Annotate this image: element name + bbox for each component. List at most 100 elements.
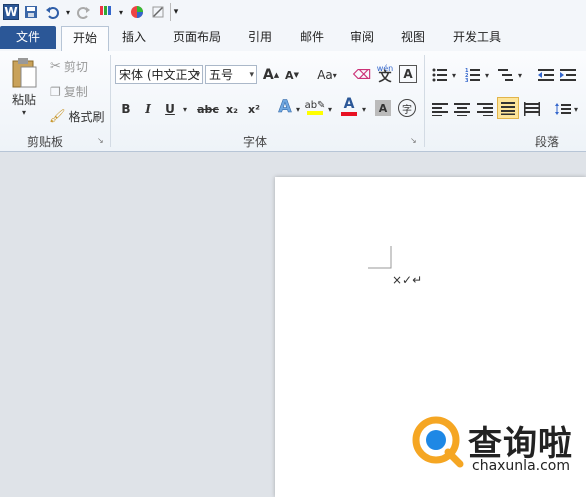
chevron-down-icon[interactable]: ▾ [482,65,492,85]
document-text[interactable]: ×✓↵ [392,273,422,287]
superscript-button[interactable]: x² [244,99,264,119]
subscript-button[interactable]: x₂ [222,99,242,119]
dialog-launcher-icon[interactable]: ↘ [97,136,104,145]
underline-button[interactable]: U [160,99,180,119]
tab-mailings[interactable]: 邮件 [292,26,332,49]
decrease-indent-icon [538,69,554,81]
chevron-down-icon[interactable]: ▾ [325,99,335,119]
multilevel-list-icon [498,69,513,81]
justify-icon [501,101,515,115]
font-name-select[interactable]: 宋体 (中文正文 ▾ [115,65,203,84]
encircle-characters-button[interactable]: 字 [398,99,416,117]
strikethrough-button[interactable]: abc [196,99,220,119]
align-left-button[interactable] [430,99,450,119]
undo-icon[interactable] [43,3,61,21]
clipboard-group-label: 剪贴板 [26,135,63,149]
highlight-color-swatch [307,110,323,115]
tab-page-layout[interactable]: 页面布局 [164,26,230,49]
dialog-launcher-icon[interactable]: ↘ [410,136,417,145]
chevron-down-icon: ▾ [195,70,200,80]
font-color-button[interactable]: A [339,96,359,116]
font-color-swatch [341,112,357,116]
chevron-down-icon[interactable]: ▾ [449,65,459,85]
numbering-button[interactable]: 123 [463,65,483,85]
align-left-icon [432,103,448,116]
phonetic-guide-button[interactable]: wén 文 [375,63,395,84]
text-boundary-corner-mark [368,246,392,269]
format-painter-icon[interactable] [96,3,114,21]
group-divider [110,55,111,147]
bold-button[interactable]: B [116,99,136,119]
color-wheel-icon[interactable] [128,3,146,21]
paste-button[interactable]: 粘贴 ▾ [8,57,40,117]
paragraph-group-label: 段落 [534,135,559,149]
decrease-indent-button[interactable] [536,65,556,85]
chevron-down-icon[interactable]: ▾ [293,99,303,119]
numbering-icon: 123 [465,68,480,82]
cut-label: 剪切 [63,60,88,74]
align-center-icon [454,103,470,116]
multilevel-list-button[interactable] [496,65,516,85]
font-size-select[interactable]: 五号 ▾ [205,65,257,84]
quick-access-toolbar: W ▾ ▾ ▾ [0,0,586,24]
increase-indent-button[interactable] [558,65,578,85]
chevron-down-icon[interactable]: ▾ [571,99,581,119]
bullets-button[interactable] [430,65,450,85]
line-spacing-icon [555,103,571,115]
dropdown-arrow-icon[interactable]: ▾ [64,3,72,21]
magnifier-logo-icon [412,416,464,468]
highlight-button[interactable]: ab✎ [305,97,325,117]
align-center-button[interactable] [452,99,472,119]
increase-indent-icon [560,69,576,81]
font-group-label: 字体 [242,135,267,149]
group-divider [424,55,425,147]
format-painter-button[interactable]: 🖌 格式刷 [49,108,105,125]
word-logo[interactable]: W [3,4,19,20]
font-name-value: 宋体 (中文正文 [119,68,200,82]
tab-references[interactable]: 引用 [240,26,280,49]
draw-table-icon[interactable] [149,3,167,21]
grow-font-button[interactable]: A ▲ [261,65,281,85]
chevron-down-icon[interactable]: ▾ [180,99,190,119]
tab-review[interactable]: 审阅 [342,26,382,49]
italic-button[interactable]: I [138,99,158,119]
chevron-down-icon: ▾ [249,70,254,80]
text-effects-button[interactable]: A [275,97,295,118]
tab-insert[interactable]: 插入 [112,26,156,49]
chevron-down-icon: ▾ [21,108,26,117]
tab-home[interactable]: 开始 [61,26,109,52]
chevron-down-icon[interactable]: ▾ [359,99,369,119]
clear-formatting-button[interactable]: ⌫ [352,65,372,85]
brush-icon: 🖌 [49,109,66,124]
tab-developer[interactable]: 开发工具 [444,26,510,49]
scissors-icon: ✂ [50,59,61,74]
ribbon-home: 粘贴 ▾ ✂ 剪切 ❐ 复制 🖌 格式刷 剪贴板 ↘ 宋体 (中文正文 ▾ 五号… [0,51,586,152]
redo-icon[interactable] [75,3,93,21]
svg-text:3: 3 [465,78,469,82]
distributed-button[interactable] [522,99,542,119]
distributed-icon [524,102,540,116]
character-shading-button[interactable]: A [375,100,391,116]
align-right-button[interactable] [475,99,495,119]
character-border-button[interactable]: A [399,65,417,83]
save-icon[interactable] [22,3,40,21]
justify-button[interactable] [497,97,519,119]
cut-button[interactable]: ✂ 剪切 [50,58,88,75]
customize-qat-icon[interactable]: ▾ [170,3,181,21]
dropdown-arrow-icon[interactable]: ▾ [117,3,125,21]
chevron-down-icon[interactable]: ▾ [515,65,525,85]
paste-icon [12,58,37,88]
copy-button[interactable]: ❐ 复制 [50,83,88,100]
copy-label: 复制 [63,85,88,99]
shrink-font-button[interactable]: A ▼ [282,65,302,85]
tab-file[interactable]: 文件 [0,26,56,49]
line-spacing-button[interactable] [553,99,573,119]
tab-view[interactable]: 视图 [393,26,433,49]
ribbon-tabs: 文件 开始 插入 页面布局 引用 邮件 审阅 视图 开发工具 [0,24,586,52]
bullets-icon [432,68,447,82]
align-right-icon [477,103,493,116]
font-size-value: 五号 [209,68,234,82]
paste-label: 粘贴 [11,93,36,107]
change-case-button[interactable]: Aa ▾ [313,65,341,85]
site-watermark: 查询啦 chaxunla.com [412,410,582,480]
